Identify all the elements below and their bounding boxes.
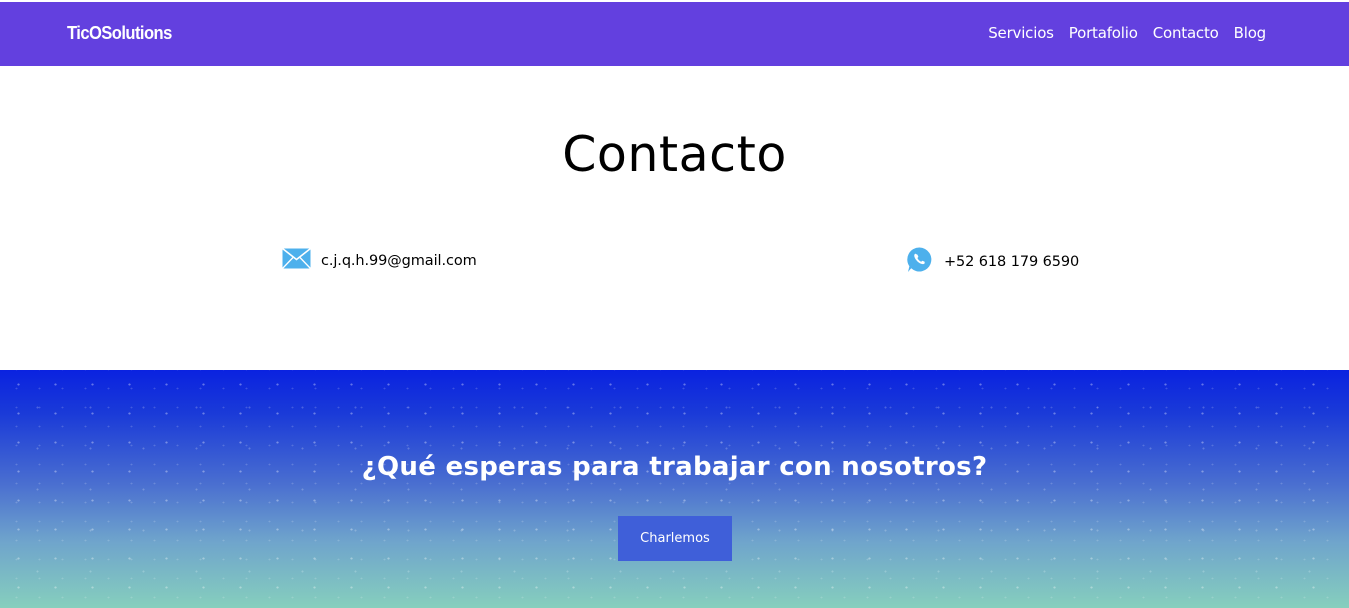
contact-email[interactable]: c.j.q.h.99@gmail.com [282, 247, 477, 273]
nav-link-portafolio[interactable]: Portafolio [1069, 24, 1138, 42]
contact-phone[interactable]: +52 618 179 6590 [906, 246, 1079, 278]
contact-title: Contacto [562, 126, 787, 183]
brand-logo[interactable]: TicOSolutions [67, 23, 172, 44]
phone-number[interactable]: +52 618 179 6590 [944, 254, 1079, 270]
email-address[interactable]: c.j.q.h.99@gmail.com [321, 253, 477, 269]
background-texture [0, 370, 1349, 608]
charlemos-button[interactable]: Charlemos [618, 516, 732, 561]
cta-section: ¿Qué esperas para trabajar con nosotros?… [0, 370, 1349, 608]
nav-link-servicios[interactable]: Servicios [988, 24, 1054, 42]
nav-link-contacto[interactable]: Contacto [1153, 24, 1219, 42]
cta-heading: ¿Qué esperas para trabajar con nosotros? [361, 452, 988, 482]
navbar: TicOSolutions Servicios Portafolio Conta… [0, 2, 1349, 66]
nav-link-blog[interactable]: Blog [1234, 24, 1267, 42]
envelope-icon [282, 247, 311, 273]
main-nav: Servicios Portafolio Contacto Blog [988, 24, 1266, 42]
contact-section: Contacto c.j.q.h.99@gmail.com +52 618 17… [0, 66, 1349, 370]
whatsapp-icon [906, 246, 933, 278]
